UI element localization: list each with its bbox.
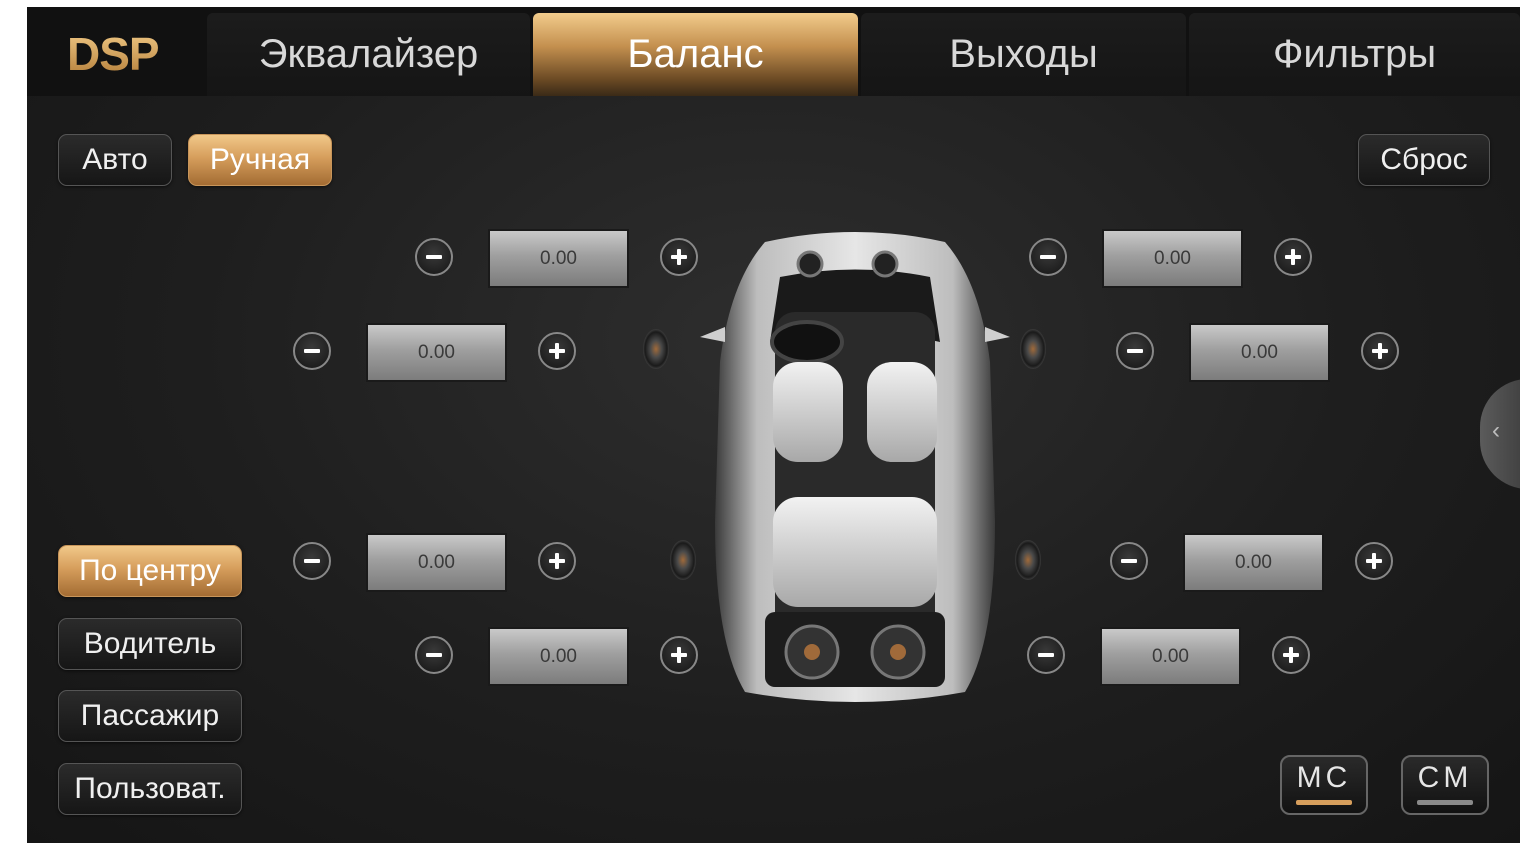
preset-passenger-button[interactable]: Пассажир <box>58 690 242 742</box>
rear-right-bottom-minus-button[interactable] <box>1027 636 1065 674</box>
rear-left-speaker-icon <box>670 540 696 580</box>
front-right-speaker-icon <box>1020 329 1046 369</box>
front-right-plus-button[interactable] <box>1361 332 1399 370</box>
rear-left-bottom-minus-button[interactable] <box>415 636 453 674</box>
front-right-value: 0.00 <box>1189 323 1330 382</box>
mc-mode-label: MC <box>1296 761 1352 794</box>
front-right-top-plus-button[interactable] <box>1274 238 1312 276</box>
rear-right-bottom-plus-button[interactable] <box>1272 636 1310 674</box>
rear-right-plus-button[interactable] <box>1355 542 1393 580</box>
front-left-top-plus-button[interactable] <box>660 238 698 276</box>
rear-left-plus-button[interactable] <box>538 542 576 580</box>
front-left-plus-button[interactable] <box>538 332 576 370</box>
preset-driver-button[interactable]: Водитель <box>58 618 242 670</box>
front-right-top-value: 0.00 <box>1102 229 1243 288</box>
rear-right-value: 0.00 <box>1183 533 1324 592</box>
tab-balance[interactable]: Баланс <box>533 13 858 96</box>
manual-button[interactable]: Ручная <box>188 134 332 186</box>
cm-inactive-indicator <box>1417 800 1473 805</box>
auto-button[interactable]: Авто <box>58 134 172 186</box>
preset-user-button[interactable]: Пользоват. <box>58 763 242 815</box>
front-right-minus-button[interactable] <box>1116 332 1154 370</box>
mc-mode-button[interactable]: MC <box>1280 755 1368 815</box>
chevron-left-icon: ‹ <box>1492 417 1500 444</box>
rear-left-bottom-value: 0.00 <box>488 627 629 686</box>
rear-left-minus-button[interactable] <box>293 542 331 580</box>
tab-outputs[interactable]: Выходы <box>861 13 1186 96</box>
reset-button[interactable]: Сброс <box>1358 134 1490 186</box>
front-right-top-minus-button[interactable] <box>1029 238 1067 276</box>
cm-mode-label: CM <box>1417 761 1473 794</box>
side-panel-handle[interactable]: ‹ <box>1480 379 1520 489</box>
rear-right-speaker-icon <box>1015 540 1041 580</box>
cm-mode-button[interactable]: CM <box>1401 755 1489 815</box>
front-left-value: 0.00 <box>366 323 507 382</box>
dsp-logo: DSP <box>67 28 160 80</box>
rear-right-bottom-value: 0.00 <box>1100 627 1241 686</box>
tab-filters[interactable]: Фильтры <box>1189 13 1520 96</box>
car-top-view <box>700 232 1010 702</box>
front-left-top-value: 0.00 <box>488 229 629 288</box>
rear-left-value: 0.00 <box>366 533 507 592</box>
mc-active-indicator <box>1296 800 1352 805</box>
front-left-speaker-icon <box>643 329 669 369</box>
preset-center-button[interactable]: По центру <box>58 545 242 597</box>
rear-right-minus-button[interactable] <box>1110 542 1148 580</box>
front-left-minus-button[interactable] <box>293 332 331 370</box>
dsp-app: DSP Эквалайзер Баланс Выходы Фильтры Авт… <box>27 7 1520 843</box>
front-left-top-minus-button[interactable] <box>415 238 453 276</box>
tab-equalizer[interactable]: Эквалайзер <box>207 13 530 96</box>
rear-left-bottom-plus-button[interactable] <box>660 636 698 674</box>
top-tab-bar: DSP Эквалайзер Баланс Выходы Фильтры <box>27 7 1520 96</box>
